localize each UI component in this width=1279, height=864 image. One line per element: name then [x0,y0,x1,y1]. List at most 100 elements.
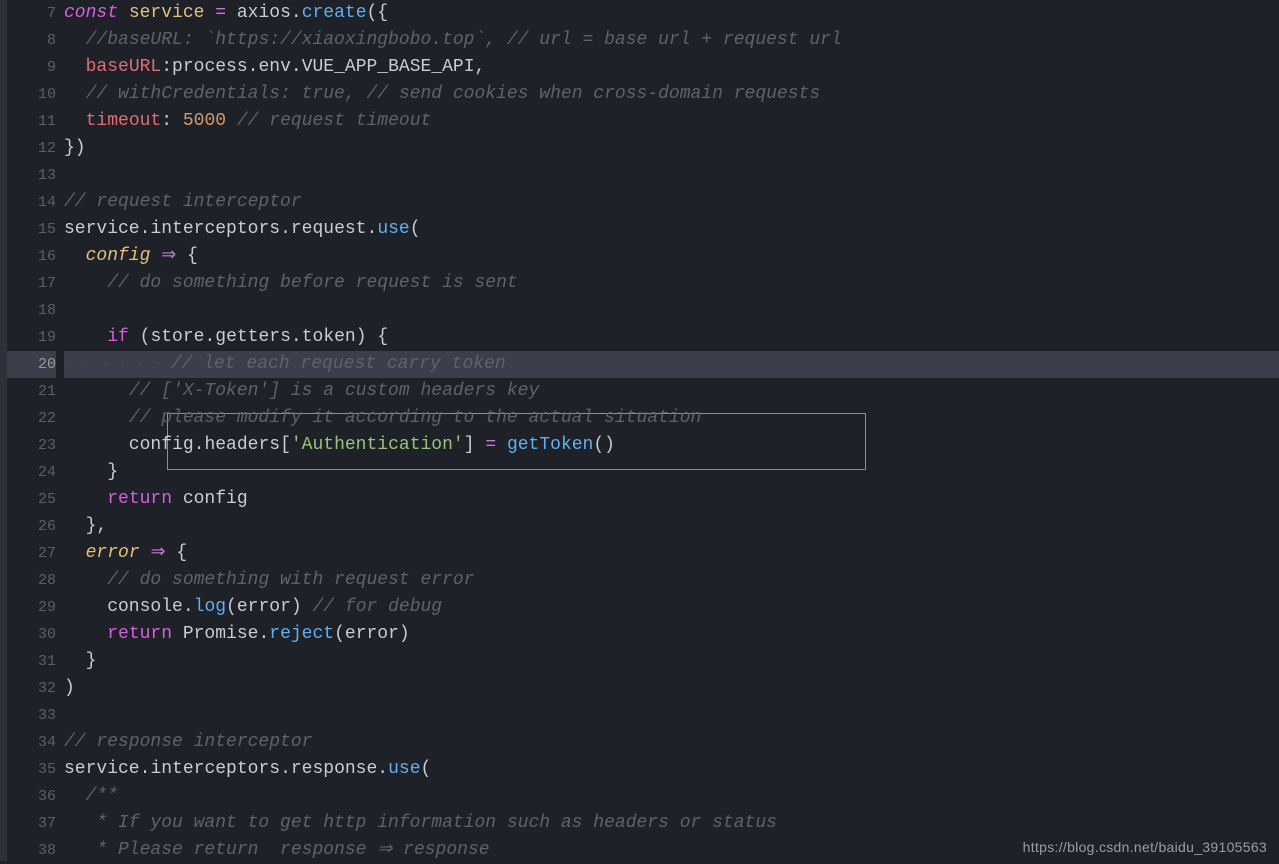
line-number[interactable]: 38 [7,837,56,864]
line-number[interactable]: 19 [7,324,56,351]
code-line[interactable]: error ⇒ { [64,540,1279,567]
token-punct: }, [86,516,108,536]
token-text [64,786,86,806]
code-line[interactable]: const service = axios.create({ [64,0,1279,27]
line-number[interactable]: 17 [7,270,56,297]
line-number[interactable]: 22 [7,405,56,432]
token-punct: . [291,327,302,347]
token-comment: // do something with request error [107,570,474,590]
code-line[interactable]: // please modify it according to the act… [64,405,1279,432]
code-line[interactable]: } [64,459,1279,486]
token-comment: * If you want to get http information su… [96,813,777,833]
code-line[interactable]: service.interceptors.response.use( [64,756,1279,783]
token-function: create [302,3,367,23]
code-line[interactable]: }) [64,135,1279,162]
line-number[interactable]: 30 [7,621,56,648]
token-text: process [172,57,248,77]
code-line[interactable]: ) [64,675,1279,702]
token-operator: = [485,435,496,455]
line-number[interactable]: 14 [7,189,56,216]
code-line[interactable]: if (store.getters.token) { [64,324,1279,351]
line-number[interactable]: 12 [7,135,56,162]
code-line[interactable]: }, [64,513,1279,540]
line-number[interactable]: 32 [7,675,56,702]
code-line[interactable]: baseURL:process.env.VUE_APP_BASE_API, [64,54,1279,81]
token-punct: ) [399,624,410,644]
code-line[interactable]: /** [64,783,1279,810]
line-number[interactable]: 16 [7,243,56,270]
line-number[interactable]: 31 [7,648,56,675]
code-line[interactable] [64,702,1279,729]
code-line[interactable]: // response interceptor [64,729,1279,756]
line-number[interactable]: 23 [7,432,56,459]
line-number[interactable]: 18 [7,297,56,324]
token-text [64,516,86,536]
token-punct: . [140,219,151,239]
code-line[interactable]: service.interceptors.request.use( [64,216,1279,243]
token-text: console [64,597,183,617]
line-number[interactable]: 9 [7,54,56,81]
code-line[interactable]: config ⇒ { [64,243,1279,270]
code-line[interactable]: * If you want to get http information su… [64,810,1279,837]
line-number[interactable]: 27 [7,540,56,567]
code-editor[interactable]: 7891011121314151617181920212223242526272… [0,0,1279,861]
line-number[interactable]: 33 [7,702,56,729]
line-number[interactable]: 7 [7,0,56,27]
code-line[interactable]: // do something before request is sent [64,270,1279,297]
code-line[interactable]: // request interceptor [64,189,1279,216]
code-line[interactable]: timeout: 5000 // request timeout [64,108,1279,135]
line-number[interactable]: 11 [7,108,56,135]
token-comment: // response interceptor [64,732,312,752]
code-line[interactable] [64,297,1279,324]
token-comment: // for debug [312,597,442,617]
line-number[interactable]: 29 [7,594,56,621]
line-number[interactable]: 35 [7,756,56,783]
line-number[interactable]: 10 [7,81,56,108]
token-comment: /** [86,786,118,806]
line-number[interactable]: 24 [7,459,56,486]
code-line[interactable]: return config [64,486,1279,513]
token-function: use [377,219,409,239]
line-number-gutter[interactable]: 7891011121314151617181920212223242526272… [7,0,64,861]
token-text [64,273,107,293]
code-line[interactable]: console.log(error) // for debug [64,594,1279,621]
token-operator: = [215,3,226,23]
token-function: log [194,597,226,617]
code-line[interactable]: // do something with request error [64,567,1279,594]
code-content-area[interactable]: const service = axios.create({ //baseURL… [64,0,1279,861]
code-line[interactable]: // withCredentials: true, // send cookie… [64,81,1279,108]
token-punct: { [176,543,187,563]
token-punct: . [248,57,259,77]
line-number[interactable]: 21 [7,378,56,405]
code-line[interactable]: return Promise.reject(error) [64,621,1279,648]
token-text: config [172,489,248,509]
line-number[interactable]: 8 [7,27,56,54]
token-comment: // request timeout [237,111,431,131]
line-number[interactable]: 13 [7,162,56,189]
line-number[interactable]: 26 [7,513,56,540]
line-number[interactable]: 37 [7,810,56,837]
code-line[interactable]: } [64,648,1279,675]
token-punct: () [593,435,615,455]
token-punct: } [86,651,97,671]
code-line[interactable]: //baseURL: `https://xiaoxingbobo.top`, /… [64,27,1279,54]
line-number[interactable]: 28 [7,567,56,594]
breakpoint-margin[interactable] [0,0,7,861]
code-line[interactable]: ······// let each request carry token [64,351,1279,378]
token-param: config [86,246,151,266]
token-function: use [388,759,420,779]
line-number[interactable]: 15 [7,216,56,243]
line-number[interactable]: 20 [7,351,56,378]
code-line[interactable]: // ['X-Token'] is a custom headers key [64,378,1279,405]
token-variable: service [129,3,205,23]
line-number[interactable]: 36 [7,783,56,810]
token-text: response [291,759,377,779]
code-line[interactable]: config.headers['Authentication'] = getTo… [64,432,1279,459]
token-punct: ({ [367,3,389,23]
code-line[interactable] [64,162,1279,189]
token-text [64,462,107,482]
line-number[interactable]: 34 [7,729,56,756]
token-text: request [291,219,367,239]
token-text [129,327,140,347]
line-number[interactable]: 25 [7,486,56,513]
